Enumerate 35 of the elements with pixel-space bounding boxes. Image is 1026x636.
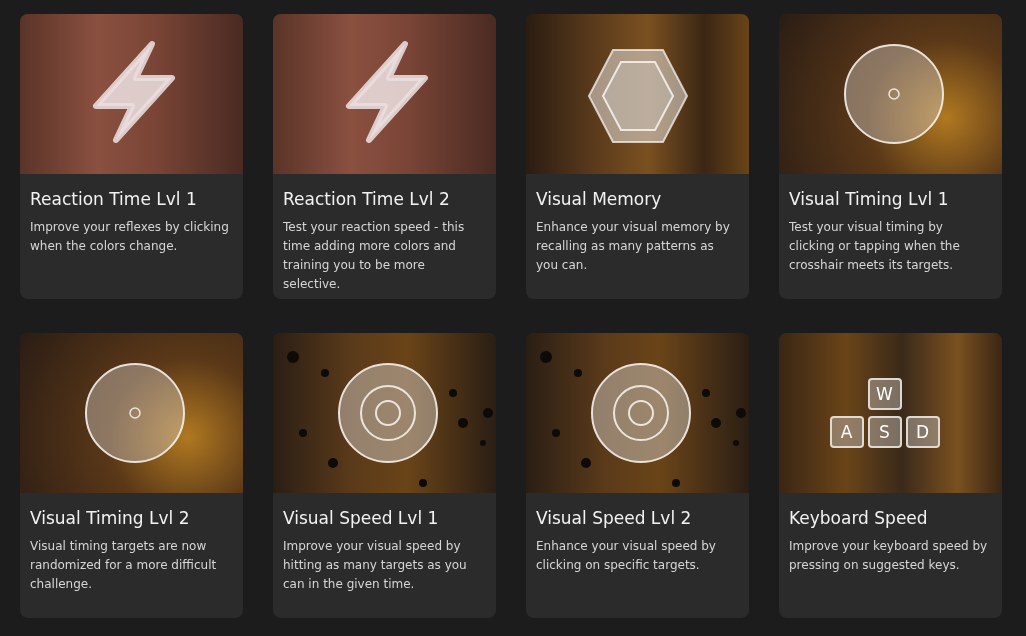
target-icon — [338, 363, 438, 463]
card-description: Test your reaction speed - this time adding more colors and training you to be more selective. — [283, 219, 466, 293]
card-description: Improve your visual speed by hitting as many targets as you can in the given time. — [283, 538, 468, 593]
card-description: Enhance your visual memory by recalling as many patterns as you can. — [536, 219, 731, 274]
circle-dot-icon — [844, 44, 944, 144]
target-icon — [591, 363, 691, 463]
card-title: Keyboard Speed — [789, 507, 929, 529]
card-title: Visual Timing Lvl 1 — [789, 188, 950, 210]
lightning-icon — [93, 41, 175, 143]
card-title: Reaction Time Lvl 1 — [30, 188, 198, 210]
game-card[interactable]: Reaction Time Lvl 1 Improve your reflexes by clicking when the colors change. — [20, 14, 243, 299]
game-card[interactable]: W A S D Keyboard Speed Improve your keyboard speed by pressing on suggested keys. — [779, 333, 1002, 618]
card-description: Enhance your visual speed by clicking on specific targets. — [536, 538, 717, 574]
game-card[interactable]: Visual Timing Lvl 2 Visual timing targets are now randomized for a more difficult challenge. — [20, 333, 243, 618]
keyboard-key: W — [867, 378, 902, 410]
card-description: Test your visual timing by clicking or tapping when the crosshair meets its targets. — [789, 219, 961, 274]
game-card[interactable]: Visual Memory Enhance your visual memory by recalling as many patterns as you can. — [526, 14, 749, 299]
keyboard-key: D — [905, 416, 940, 448]
card-title: Reaction Time Lvl 2 — [283, 188, 451, 210]
game-card[interactable]: Visual Timing Lvl 1 Test your visual timing by clicking or tapping when the crosshair meets its targets. — [779, 14, 1002, 299]
keyboard-key: S — [867, 416, 902, 448]
game-card[interactable]: Visual Speed Lvl 1 Improve your visual speed by hitting as many targets as you can in the given time. — [273, 333, 496, 618]
card-title: Visual Memory — [536, 188, 663, 210]
card-description: Improve your reflexes by clicking when the colors change. — [30, 219, 230, 255]
card-title: Visual Timing Lvl 2 — [30, 507, 191, 529]
card-description: Improve your keyboard speed by pressing on suggested keys. — [789, 538, 989, 574]
lightning-icon — [346, 41, 428, 143]
hexagon-icon — [587, 49, 689, 143]
card-title: Visual Speed Lvl 2 — [536, 507, 693, 529]
game-card[interactable]: Reaction Time Lvl 2 Test your reaction speed - this time adding more colors and training you to be more selective. — [273, 14, 496, 299]
card-description: Visual timing targets are now randomized for a more difficult challenge. — [30, 538, 218, 593]
keyboard-key: A — [829, 416, 864, 448]
game-card[interactable]: Visual Speed Lvl 2 Enhance your visual speed by clicking on specific targets. — [526, 333, 749, 618]
circle-dot-icon — [85, 363, 185, 463]
card-title: Visual Speed Lvl 1 — [283, 507, 440, 529]
